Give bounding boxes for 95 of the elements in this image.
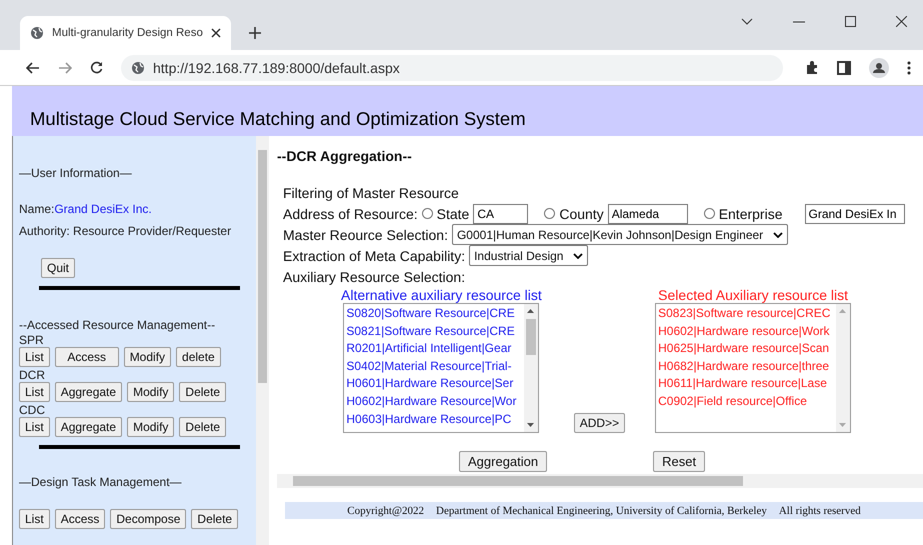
- field-label: Extraction of Meta Capability:: [283, 248, 466, 264]
- list-title: Alternative auxiliary resource list: [341, 287, 542, 303]
- dropdown[interactable]: Industrial Design: [469, 245, 588, 266]
- scroll-down-icon[interactable]: [527, 423, 534, 427]
- quit-button[interactable]: Quit: [41, 258, 76, 278]
- action-button[interactable]: Access: [54, 509, 106, 529]
- list-box[interactable]: S0823|Software resource|CREC H0602|Hardware resource|Work H0625|Hardware resource|Scan H0682|Hardware resource|three H0611|Hardware resource|Lase C0902|Field resource|Office: [655, 303, 852, 433]
- list-item[interactable]: C0902|Field resource|Office: [658, 392, 836, 411]
- radio-label: Enterprise: [718, 206, 782, 222]
- list-item[interactable]: S0402|Material Resource|Trial-: [346, 358, 524, 376]
- list-item[interactable]: S0821|Software Resource|CRE: [346, 322, 524, 340]
- browser-tab[interactable]: Multi-granularity Design Reso: [20, 16, 231, 50]
- authority-text: Authority: Resource Provider/Requester: [19, 224, 232, 238]
- aggregation-button[interactable]: Aggregation: [459, 451, 548, 472]
- rights-text: All rights reserved: [778, 504, 861, 516]
- field-label: Address of Resource:: [283, 206, 418, 222]
- field-label: Auxiliary Resource Selection:: [283, 268, 466, 287]
- puzzle-icon[interactable]: [805, 60, 819, 74]
- section-heading: —Design Task Management—: [19, 475, 183, 489]
- chevron-down-icon[interactable]: [741, 18, 753, 26]
- list-item[interactable]: H0625|Hardware resource|Scan: [658, 340, 836, 358]
- back-icon[interactable]: [26, 62, 40, 74]
- list-item[interactable]: H0611|Hardware resource|Lase: [658, 375, 836, 393]
- list-item[interactable]: S0823|Software resource|CREC: [658, 305, 836, 323]
- maximize-icon[interactable]: [845, 16, 856, 27]
- input-field[interactable]: Grand DesiEx In: [804, 204, 904, 224]
- action-button[interactable]: Modify: [124, 347, 172, 367]
- action-button[interactable]: delete: [176, 347, 221, 367]
- list-item[interactable]: H0682|Hardware resource|three: [658, 358, 836, 376]
- list-box[interactable]: [343, 303, 540, 433]
- action-button[interactable]: List: [19, 417, 50, 437]
- action-button[interactable]: Decompose: [110, 509, 186, 529]
- copyright-text: Copyright@2022: [347, 504, 424, 516]
- action-button[interactable]: List: [19, 509, 50, 529]
- scroll-thumb[interactable]: [258, 150, 267, 383]
- user-name: Grand DesiEx Inc.: [54, 202, 152, 216]
- radio-label: State: [436, 206, 470, 222]
- radio-label: County: [559, 206, 604, 222]
- scrollbar[interactable]: [524, 304, 538, 432]
- section-heading: --Accessed Resource Management--: [19, 318, 216, 332]
- more-icon[interactable]: [907, 60, 911, 74]
- list-item[interactable]: H0602|Hardware resource|Work: [658, 322, 836, 340]
- dropdown[interactable]: G0001|Human Resource|Kevin Johnson|Design Engineer: [452, 224, 788, 245]
- new-tab-icon[interactable]: [248, 27, 261, 39]
- action-button[interactable]: Delete: [179, 417, 226, 437]
- filter-label: Filtering of Master Resource: [283, 184, 460, 203]
- input-field[interactable]: CA: [473, 204, 528, 224]
- scroll-thumb[interactable]: [526, 319, 536, 355]
- list-item[interactable]: R0201|Artificial Intelligent|Gear: [346, 340, 524, 358]
- profile-icon[interactable]: [869, 58, 889, 78]
- add-button[interactable]: ADD>>: [574, 413, 626, 433]
- page-title: Multistage Cloud Service Matching and Optimization System: [30, 108, 526, 130]
- list-item[interactable]: H0603|Hardware Resource|PC: [346, 410, 524, 428]
- group-label: CDC: [19, 403, 46, 417]
- radio-button[interactable]: [704, 208, 715, 219]
- minimize-icon[interactable]: [793, 20, 805, 22]
- list-title: Selected Auxiliary resource list: [658, 287, 848, 303]
- globe-icon: [30, 26, 44, 40]
- list-item[interactable]: H0602|Hardware Resource|Wor: [346, 392, 524, 411]
- tab-title: Multi-granularity Design Reso: [52, 27, 203, 39]
- action-button[interactable]: Modify: [127, 382, 174, 402]
- input-field[interactable]: Alameda: [608, 204, 688, 224]
- action-button[interactable]: Aggregate: [54, 417, 122, 437]
- reload-icon[interactable]: [90, 61, 103, 74]
- radio-button[interactable]: [422, 208, 433, 219]
- action-button[interactable]: Delete: [179, 382, 226, 402]
- section-heading: --DCR Aggregation--: [277, 148, 413, 164]
- reset-button[interactable]: Reset: [653, 451, 706, 472]
- close-icon[interactable]: [896, 16, 907, 27]
- section-heading: —User Information—: [19, 166, 133, 180]
- action-button[interactable]: Modify: [127, 417, 174, 437]
- close-icon[interactable]: [210, 28, 221, 38]
- list-item[interactable]: H0601|Hardware Resource|Ser: [346, 375, 524, 393]
- department-text: Department of Mechanical Engineering, University of California, Berkeley: [436, 504, 767, 516]
- action-button[interactable]: Delete: [191, 509, 238, 529]
- scrollbar[interactable]: [256, 136, 269, 545]
- sidebar-icon[interactable]: [837, 60, 851, 74]
- globe-icon: [131, 60, 145, 74]
- group-label: SPR: [19, 333, 45, 347]
- radio-button[interactable]: [544, 208, 556, 219]
- scrollbar[interactable]: [277, 474, 923, 488]
- name-label: Name:: [19, 202, 54, 216]
- list-item[interactable]: S0820|Software Resource|CRE: [346, 305, 524, 323]
- field-label: Master Reource Selection:: [283, 226, 448, 242]
- group-label: DCR: [19, 368, 46, 382]
- action-button[interactable]: List: [19, 382, 50, 402]
- caret-icon: [773, 232, 784, 238]
- action-button[interactable]: Access: [54, 347, 119, 367]
- forward-icon[interactable]: [58, 62, 72, 74]
- scroll-up-icon[interactable]: [527, 309, 534, 313]
- action-button[interactable]: List: [19, 347, 50, 367]
- scroll-thumb[interactable]: [293, 476, 743, 486]
- action-button[interactable]: Aggregate: [54, 382, 122, 402]
- caret-icon: [573, 252, 584, 258]
- address-field[interactable]: http://192.168.77.189:8000/default.aspx: [121, 54, 783, 80]
